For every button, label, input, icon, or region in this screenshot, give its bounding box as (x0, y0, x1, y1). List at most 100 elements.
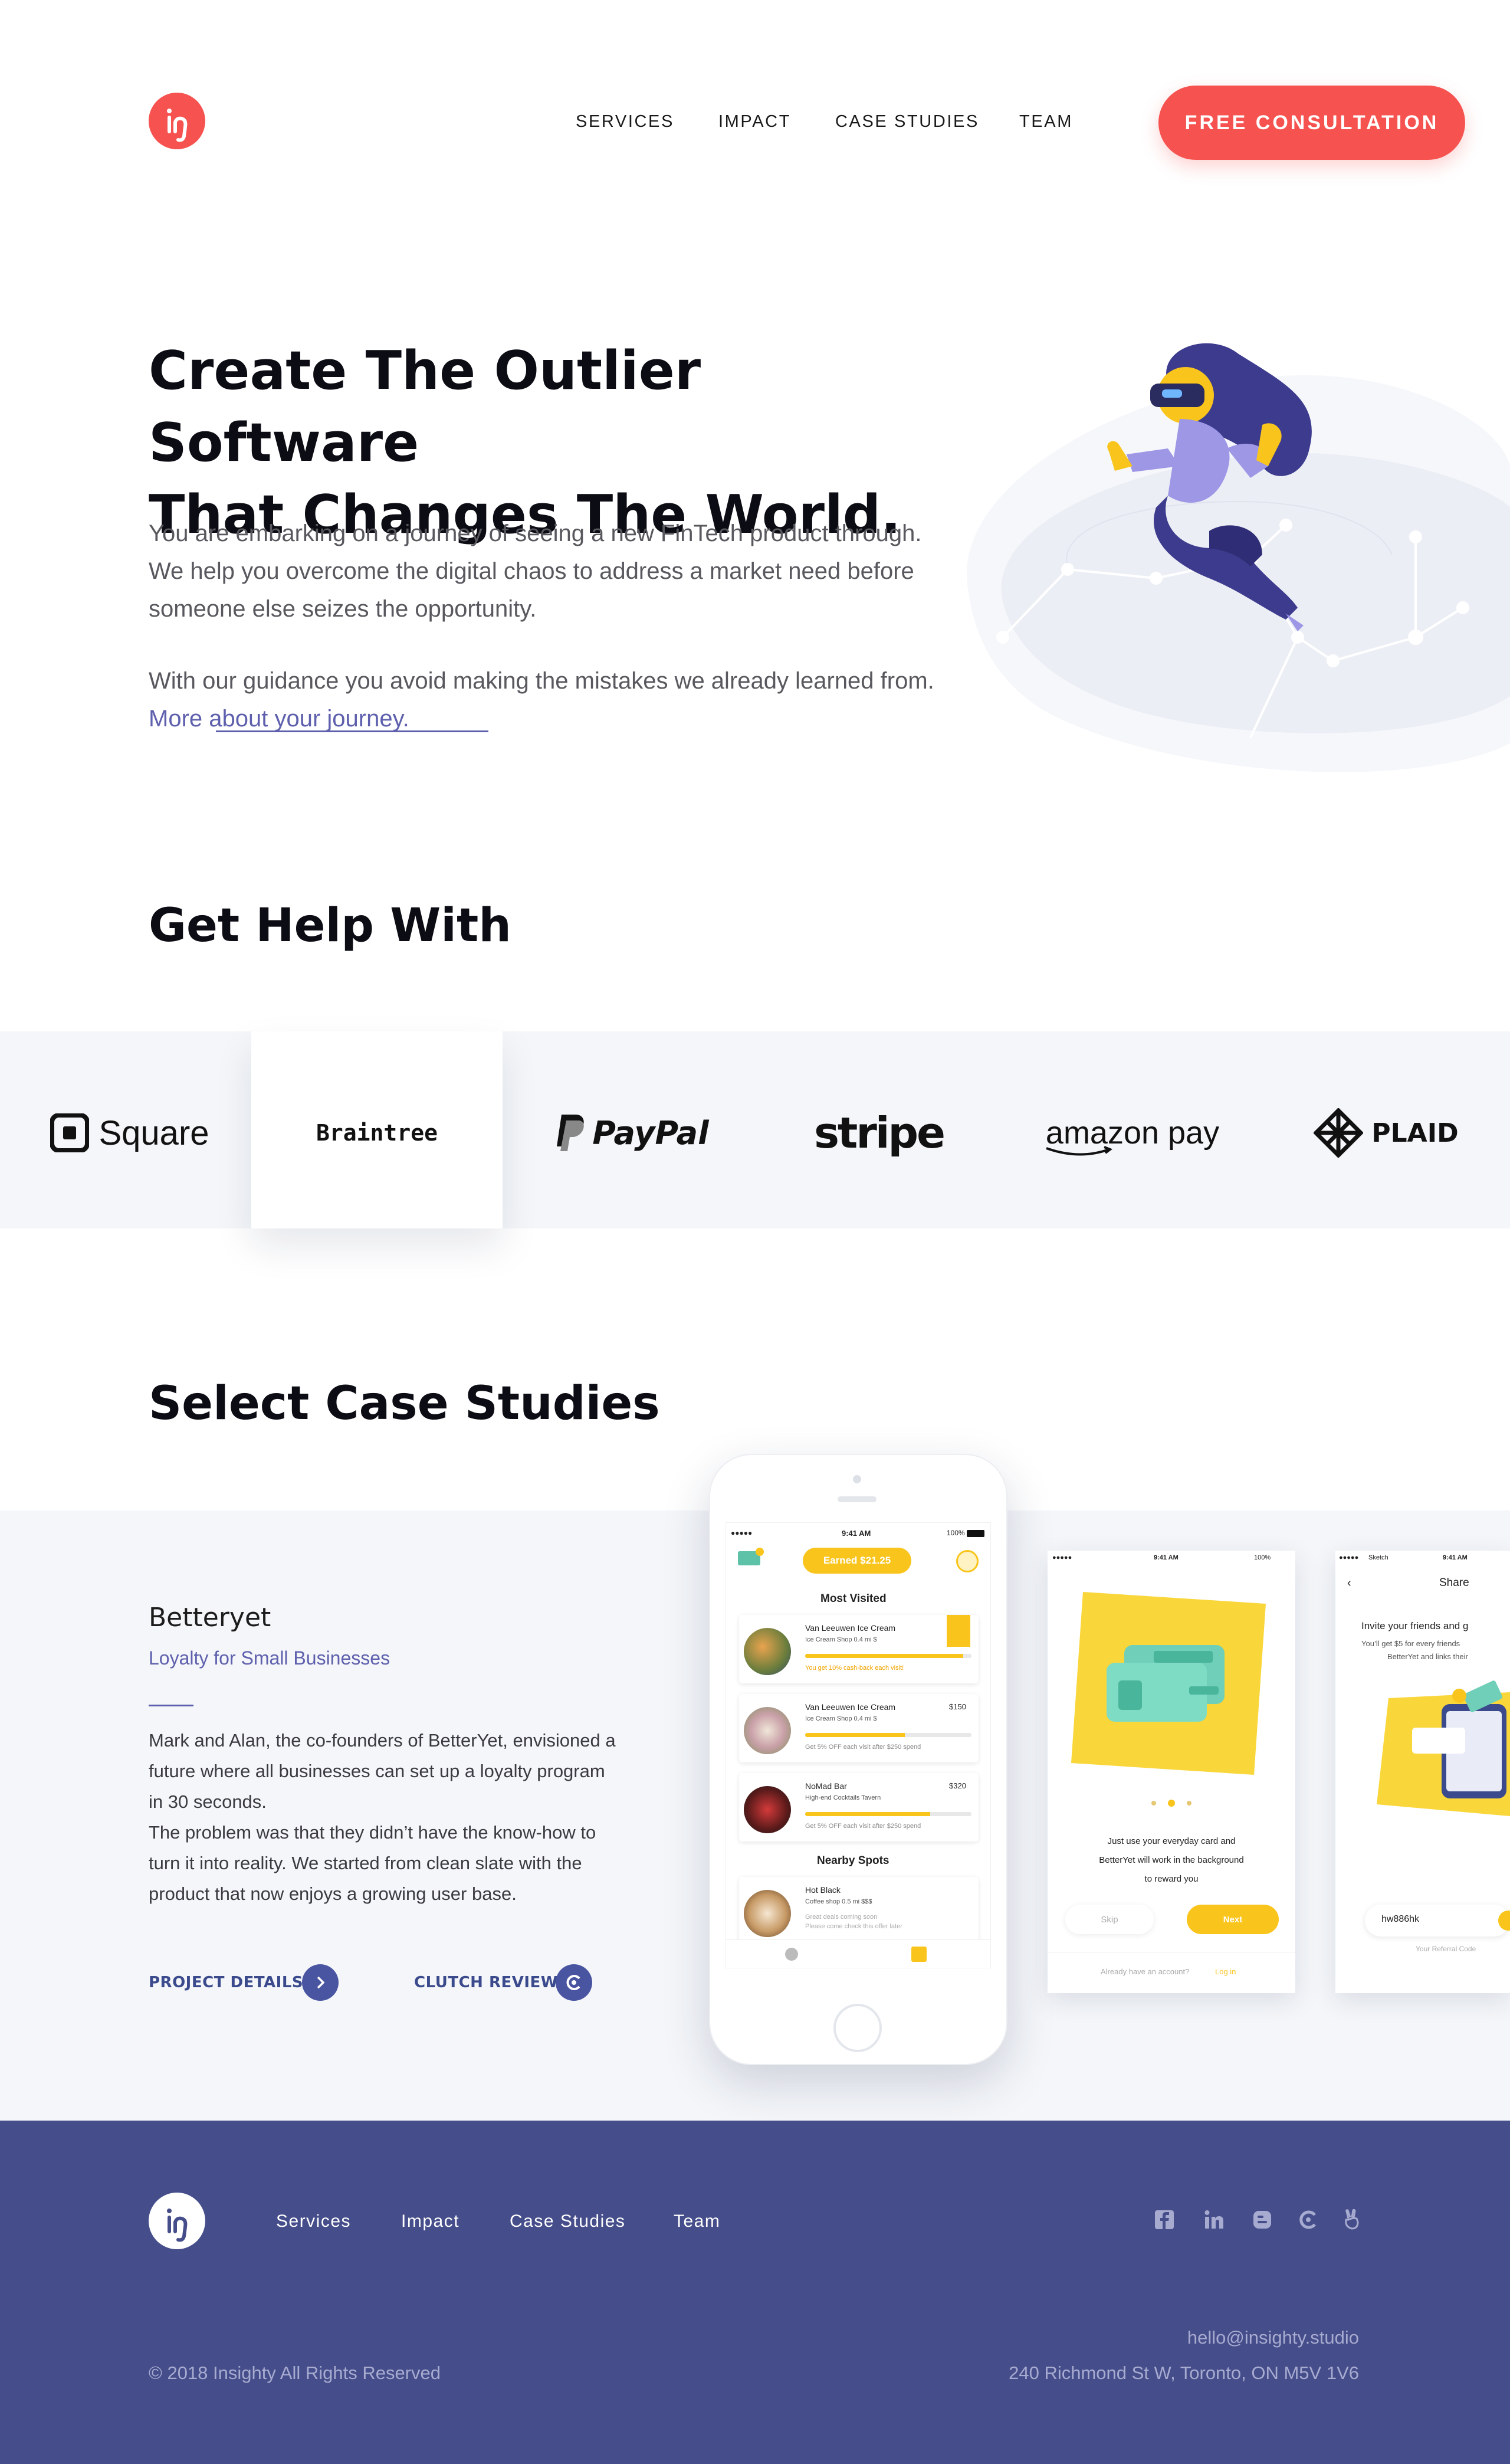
skip-button[interactable]: Skip (1065, 1905, 1154, 1934)
row-note: Get 5% OFF each visit after $250 spend (805, 1744, 921, 1751)
row-price: $320 (949, 1781, 966, 1790)
brand-label: PLAID (1371, 1118, 1459, 1148)
status-time: 9:41 AM (1154, 1554, 1179, 1561)
brand-square[interactable]: Square (35, 1109, 224, 1156)
next-button[interactable]: Next (1187, 1905, 1279, 1934)
tab-bar (726, 1939, 990, 1968)
tab-gift-icon[interactable] (911, 1947, 927, 1962)
brand-amazon-pay[interactable]: amazon pay (1026, 1109, 1239, 1156)
free-consultation-button[interactable]: FREE CONSULTATION (1158, 86, 1465, 160)
body-line: The problem was that they didn’t have th… (149, 1822, 596, 1843)
login-link[interactable]: Log in (1215, 1967, 1236, 1976)
invite-text: You’ll get $5 for every friends (1361, 1639, 1460, 1648)
share-screen: ●●●●● Sketch 9:41 AM ‹ Share Invite your… (1335, 1551, 1510, 1993)
body-line: in 30 seconds. (149, 1791, 267, 1812)
nearby-heading: Nearby Spots (817, 1854, 889, 1867)
blogger-icon[interactable] (1249, 2207, 1275, 2233)
project-details-link[interactable]: PROJECT DETAILS (149, 1974, 303, 1991)
clutch-review-link[interactable]: CLUTCH REVIEW (414, 1974, 558, 1991)
hero-paragraph-line: someone else seizes the opportunity. (149, 596, 537, 622)
progress-fill (805, 1812, 930, 1816)
coffee-thumbnail (744, 1890, 791, 1937)
row-name: NoMad Bar (805, 1781, 847, 1791)
case-study-subtitle: Loyalty for Small Businesses (149, 1647, 390, 1669)
square-logo-icon (50, 1113, 90, 1152)
project-details-arrow-button[interactable] (302, 1964, 339, 2001)
row-name: Van Leeuwen Ice Cream (805, 1702, 896, 1712)
row-note: You get 10% cash-back each visit! (805, 1664, 904, 1672)
partner-logo-strip (0, 1031, 1510, 1228)
list-item[interactable]: Van Leeuwen Ice Cream Ice Cream Shop 0.4… (739, 1615, 979, 1683)
progress-fill (805, 1654, 963, 1658)
body-line: Mark and Alan, the co-founders of Better… (149, 1730, 616, 1751)
progress-bar (805, 1654, 971, 1658)
linkedin-icon[interactable] (1201, 2207, 1227, 2233)
clutch-review-button[interactable] (556, 1964, 592, 2001)
angellist-icon[interactable] (1339, 2207, 1365, 2233)
footer-link-team[interactable]: Team (674, 2211, 720, 2232)
hero-paragraph-2: With our guidance you avoid making the m… (149, 668, 934, 694)
copyright: © 2018 Insighty All Rights Reserved (149, 2363, 441, 2383)
list-item[interactable]: NoMad Bar $320 High-end Cocktails Tavern… (739, 1773, 979, 1842)
case-study-name: Betteryet (149, 1603, 271, 1633)
body-line: turn it into reality. We started from cl… (149, 1853, 582, 1873)
clutch-icon[interactable] (1295, 2207, 1321, 2233)
page-dot-active (1168, 1800, 1175, 1807)
phone-home-button (833, 2004, 882, 2052)
drink-thumbnail (744, 1786, 791, 1833)
signal-icon: ●●●●● (1339, 1554, 1359, 1561)
back-icon[interactable]: ‹ (1347, 1577, 1351, 1590)
hero-paragraph-line: We help you overcome the digital chaos t… (149, 558, 914, 584)
progress-bar (805, 1733, 971, 1737)
footer (0, 2121, 1510, 2464)
brand-label: Braintree (316, 1120, 438, 1146)
row-price: $150 (949, 1702, 966, 1711)
brand-stripe[interactable]: stripe (779, 1108, 979, 1158)
footer-email[interactable]: hello@insighty.studio (1187, 2327, 1359, 2348)
footer-link-case-studies[interactable]: Case Studies (510, 2211, 625, 2232)
nav-case-studies[interactable]: CASE STUDIES (835, 112, 979, 132)
progress-fill (805, 1733, 905, 1737)
invite-heading: Invite your friends and g (1361, 1620, 1469, 1631)
notification-dot (756, 1548, 764, 1556)
case-study-divider (149, 1705, 193, 1706)
body-line: product that now enjoys a growing user b… (149, 1883, 517, 1904)
row-name: Hot Black (805, 1885, 841, 1895)
nav-team[interactable]: TEAM (1019, 112, 1073, 132)
nav-services[interactable]: SERVICES (576, 112, 674, 132)
brand-plaid[interactable]: PLAID (1298, 1108, 1475, 1158)
brand-label: PayPal (592, 1114, 709, 1152)
onboarding-text: Just use your everyday card and (1107, 1836, 1236, 1846)
tab-discover-icon[interactable] (785, 1948, 798, 1961)
signal-icon: ●●●●● (1052, 1554, 1072, 1561)
onboarding-text: BetterYet will work in the background (1099, 1855, 1244, 1865)
invite-text: BetterYet and links their (1387, 1652, 1468, 1661)
hero-paragraph-line: You are embarking on a journey of seeing… (149, 520, 922, 546)
food-thumbnail (744, 1707, 791, 1754)
avatar[interactable] (956, 1550, 979, 1572)
footer-logo[interactable] (149, 2193, 205, 2249)
list-item[interactable]: Hot Black Coffee shop 0.5 mi $$$ Great d… (739, 1877, 979, 1945)
plaid-logo-icon (1314, 1108, 1364, 1158)
brand-paypal[interactable]: PayPal (531, 1109, 731, 1156)
status-battery: 100% (947, 1529, 965, 1537)
row-note: Get 5% OFF each visit after $250 spend (805, 1823, 921, 1830)
nav-impact[interactable]: IMPACT (718, 112, 791, 132)
list-item[interactable]: Van Leeuwen Ice Cream $150 Ice Cream Sho… (739, 1694, 979, 1762)
footer-link-impact[interactable]: Impact (401, 2211, 459, 2232)
login-prompt: Already have an account? (1101, 1967, 1190, 1976)
hero-title-line1: Create The Outlier Software (149, 340, 701, 474)
facebook-icon[interactable] (1151, 2207, 1177, 2233)
clutch-icon (566, 1975, 580, 1990)
case-studies-title: Select Case Studies (149, 1377, 660, 1430)
brand-braintree[interactable]: Braintree (251, 1109, 503, 1156)
signal-icon: ●●●●● (731, 1529, 753, 1537)
ribbon-badge (947, 1615, 970, 1647)
insighty-logo[interactable] (149, 93, 205, 149)
earned-badge[interactable]: Earned $21.25 (803, 1548, 911, 1574)
row-sub: Ice Cream Shop 0.4 mi $ (805, 1715, 877, 1722)
phone-screen: ●●●●● 9:41 AM 100% Earned $21.25 Most Vi… (726, 1522, 991, 1968)
row-sub: Coffee shop 0.5 mi $$$ (805, 1898, 872, 1905)
amazon-smile-icon (1046, 1146, 1113, 1156)
footer-link-services[interactable]: Services (276, 2211, 351, 2232)
